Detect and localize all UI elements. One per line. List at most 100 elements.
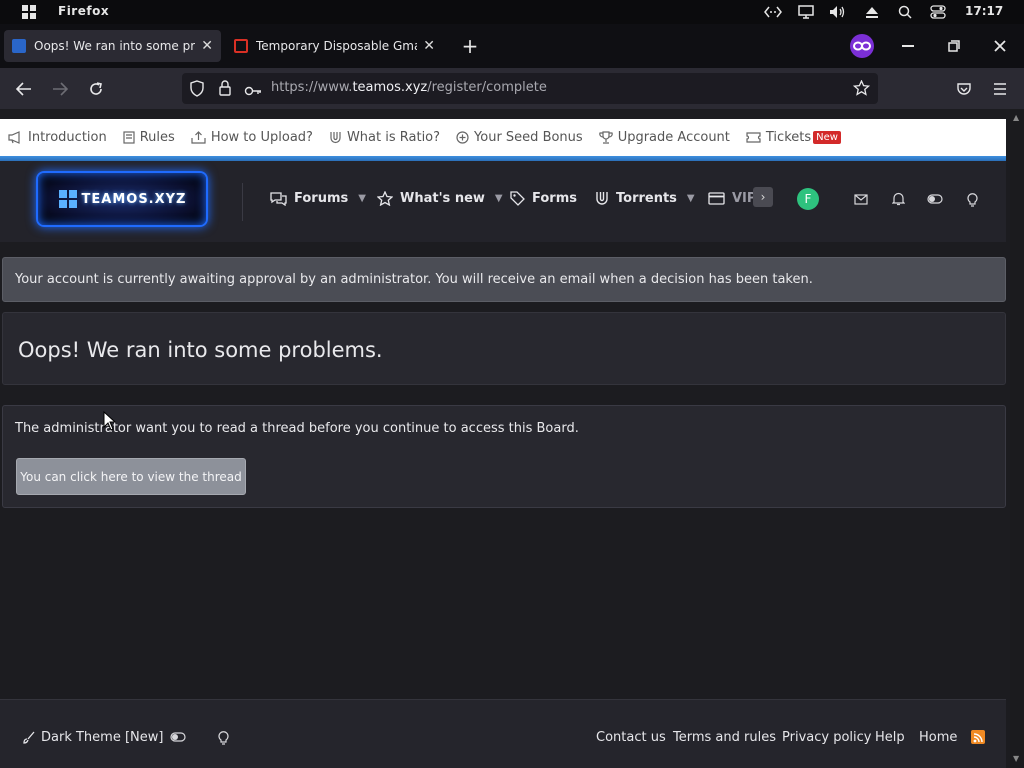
pocket-icon[interactable] [951,76,977,102]
ticket-icon [746,132,761,143]
dropdown-caret-icon[interactable]: ▼ [687,193,695,204]
topnav-how-to-upload[interactable]: How to Upload? [191,130,313,145]
footer-link-help[interactable]: Help [875,730,905,745]
view-thread-button[interactable]: You can click here to view the thread [16,458,246,495]
close-tab-icon[interactable]: ✕ [201,38,213,54]
header-divider [242,183,243,221]
star-icon [377,191,393,206]
topnav-label: Tickets [765,130,812,145]
os-taskbar: Firefox 17:17 [0,0,1024,24]
windows-logo-icon [58,190,77,208]
footer-lightbulb-icon[interactable] [218,730,229,745]
error-title-block: Oops! We ran into some problems. [2,312,1006,385]
error-message-block: The administrator want you to read a thr… [2,405,1006,508]
rss-icon[interactable] [971,730,985,744]
topnav-upgrade-account[interactable]: Upgrade Account [598,130,730,145]
url-prefix: https://www. [271,80,353,95]
user-avatar[interactable]: F [797,188,819,210]
page-title: Oops! We ran into some problems. [18,338,383,362]
nav-label: Torrents [616,191,677,206]
windows-start-icon[interactable] [22,5,36,19]
shield-icon[interactable] [189,80,205,101]
topnav-rules[interactable]: Rules [123,130,175,145]
nav-vip[interactable]: VIP [708,191,756,206]
footer-link-terms[interactable]: Terms and rules [673,730,776,745]
private-browsing-mask-icon [850,34,874,58]
footer-link-home[interactable]: Home [919,730,957,745]
scroll-up-arrow-icon[interactable]: ▲ [1013,113,1019,122]
tag-icon [510,191,525,206]
bell-icon[interactable] [890,191,906,207]
footer-link-contact[interactable]: Contact us [596,730,666,745]
approval-notice: Your account is currently awaiting appro… [2,257,1006,302]
close-window-icon[interactable] [978,24,1022,68]
nav-whats-new[interactable]: What's new ▼ [377,191,503,206]
volume-icon[interactable] [828,4,848,20]
site-logo[interactable]: TEAMOS.XYZ [36,171,208,227]
lightbulb-icon[interactable] [964,191,980,207]
scroll-down-arrow-icon[interactable]: ▼ [1013,754,1019,763]
lock-icon[interactable] [218,80,232,100]
display-icon[interactable] [796,4,816,20]
nav-forms[interactable]: Forms [510,191,577,206]
site-favicon-icon [12,39,26,53]
topnav-tickets[interactable]: Tickets New [746,130,841,145]
forward-arrow-icon[interactable] [47,76,73,102]
url-path: /register/complete [427,80,547,95]
plus-circle-icon [456,131,469,144]
nav-scroll-right-icon[interactable]: › [753,187,773,207]
key-icon[interactable] [244,82,262,101]
url-text[interactable]: https://www.teamos.xyz/register/complete [271,80,547,95]
topnav-label: Rules [139,130,175,145]
url-domain: teamos.xyz [352,80,428,95]
network-code-icon[interactable] [763,4,783,20]
restore-icon[interactable] [932,24,976,68]
footer-theme-toggle-icon[interactable] [170,732,186,742]
dropdown-caret-icon[interactable]: ▼ [358,193,366,204]
notice-text: Your account is currently awaiting appro… [15,272,813,287]
topnav-what-is-ratio[interactable]: What is Ratio? [329,130,440,145]
megaphone-icon [8,131,20,144]
close-tab-icon[interactable]: ✕ [423,38,435,54]
search-icon[interactable] [895,4,915,20]
nav-forums[interactable]: Forums ▼ [270,191,366,206]
topnav-seed-bonus[interactable]: Your Seed Bonus [456,130,583,145]
page-content: Introduction Rules How to Upload? What i… [0,109,1024,768]
trophy-icon [598,131,613,144]
nav-label: Forms [532,191,577,206]
topnav-introduction[interactable]: Introduction [8,130,107,145]
footer-link-privacy[interactable]: Privacy policy [782,730,871,745]
hamburger-menu-icon[interactable] [987,76,1013,102]
credit-card-icon [708,192,725,205]
logo-text: TEAMOS.XYZ [81,191,187,207]
site-footer: Dark Theme [New] Contact us Terms and ru… [0,699,1006,768]
back-arrow-icon[interactable] [11,76,37,102]
nav-torrents[interactable]: Torrents ▼ [595,191,695,206]
tab-gmail[interactable]: Temporary Disposable Gmail | Te ✕ [226,30,443,62]
dropdown-caret-icon[interactable]: ▼ [495,193,503,204]
eject-icon[interactable] [862,4,882,20]
reload-icon[interactable] [83,76,109,102]
tab-title: Oops! We ran into some proble [34,39,195,53]
comments-icon [270,191,287,206]
new-tab-plus-icon[interactable]: + [448,24,492,68]
gmail-favicon-icon [234,39,248,53]
envelope-icon[interactable] [853,191,869,207]
bookmark-star-icon[interactable] [852,79,871,100]
minimize-icon[interactable] [886,24,930,68]
topnav-label: Upgrade Account [617,130,730,145]
error-message-text: The administrator want you to read a thr… [15,421,579,436]
tab-title: Temporary Disposable Gmail | Te [256,39,417,53]
page-scrollbar[interactable]: ▲ ▼ [1010,109,1024,768]
site-header: TEAMOS.XYZ Forums ▼ What's new ▼ Forms T… [0,161,1006,242]
url-bar[interactable]: https://www.teamos.xyz/register/complete [182,73,878,104]
browser-navbar: https://www.teamos.xyz/register/complete [0,68,1024,109]
mouse-cursor-icon [103,410,117,435]
toggle-settings-icon[interactable] [928,4,948,20]
magnet-icon [596,192,608,205]
tab-strip: Oops! We ran into some proble ✕ Temporar… [0,24,1024,68]
dark-theme-selector[interactable]: Dark Theme [New] [22,730,163,745]
theme-toggle-icon[interactable] [927,191,943,207]
tab-active[interactable]: Oops! We ran into some proble ✕ [4,30,221,62]
paintbrush-icon [23,731,35,744]
